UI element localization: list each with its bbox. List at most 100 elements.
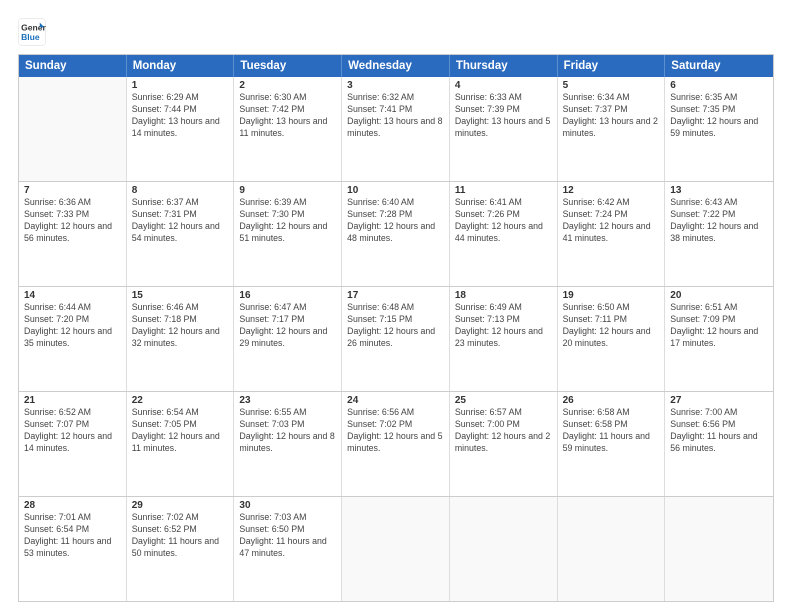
week-row-2: 14Sunrise: 6:44 AMSunset: 7:20 PMDayligh… [19, 286, 773, 391]
day-info: Sunrise: 6:44 AMSunset: 7:20 PMDaylight:… [24, 302, 121, 350]
day-cell-14: 14Sunrise: 6:44 AMSunset: 7:20 PMDayligh… [19, 287, 127, 391]
day-cell-21: 21Sunrise: 6:52 AMSunset: 7:07 PMDayligh… [19, 392, 127, 496]
day-number: 4 [455, 80, 552, 91]
day-number: 10 [347, 185, 444, 196]
day-cell-27: 27Sunrise: 7:00 AMSunset: 6:56 PMDayligh… [665, 392, 773, 496]
day-number: 15 [132, 290, 229, 301]
empty-cell [665, 497, 773, 601]
day-number: 18 [455, 290, 552, 301]
header-day-sunday: Sunday [19, 55, 127, 77]
week-row-1: 7Sunrise: 6:36 AMSunset: 7:33 PMDaylight… [19, 181, 773, 286]
day-number: 11 [455, 185, 552, 196]
day-number: 26 [563, 395, 660, 406]
day-number: 13 [670, 185, 768, 196]
day-number: 12 [563, 185, 660, 196]
header-day-tuesday: Tuesday [234, 55, 342, 77]
day-info: Sunrise: 7:00 AMSunset: 6:56 PMDaylight:… [670, 407, 768, 455]
day-number: 17 [347, 290, 444, 301]
day-number: 8 [132, 185, 229, 196]
day-cell-28: 28Sunrise: 7:01 AMSunset: 6:54 PMDayligh… [19, 497, 127, 601]
day-cell-22: 22Sunrise: 6:54 AMSunset: 7:05 PMDayligh… [127, 392, 235, 496]
empty-cell [450, 497, 558, 601]
day-info: Sunrise: 6:39 AMSunset: 7:30 PMDaylight:… [239, 197, 336, 245]
day-info: Sunrise: 6:56 AMSunset: 7:02 PMDaylight:… [347, 407, 444, 455]
empty-cell [342, 497, 450, 601]
day-number: 5 [563, 80, 660, 91]
day-info: Sunrise: 7:01 AMSunset: 6:54 PMDaylight:… [24, 512, 121, 560]
day-number: 2 [239, 80, 336, 91]
week-row-0: 1Sunrise: 6:29 AMSunset: 7:44 PMDaylight… [19, 77, 773, 181]
day-number: 22 [132, 395, 229, 406]
day-number: 30 [239, 500, 336, 511]
day-info: Sunrise: 6:34 AMSunset: 7:37 PMDaylight:… [563, 92, 660, 140]
day-info: Sunrise: 6:43 AMSunset: 7:22 PMDaylight:… [670, 197, 768, 245]
page: General Blue SundayMondayTuesdayWednesda… [0, 0, 792, 612]
day-cell-3: 3Sunrise: 6:32 AMSunset: 7:41 PMDaylight… [342, 77, 450, 181]
calendar: SundayMondayTuesdayWednesdayThursdayFrid… [18, 54, 774, 602]
day-cell-6: 6Sunrise: 6:35 AMSunset: 7:35 PMDaylight… [665, 77, 773, 181]
day-cell-4: 4Sunrise: 6:33 AMSunset: 7:39 PMDaylight… [450, 77, 558, 181]
day-cell-26: 26Sunrise: 6:58 AMSunset: 6:58 PMDayligh… [558, 392, 666, 496]
day-number: 24 [347, 395, 444, 406]
day-info: Sunrise: 6:29 AMSunset: 7:44 PMDaylight:… [132, 92, 229, 140]
day-cell-12: 12Sunrise: 6:42 AMSunset: 7:24 PMDayligh… [558, 182, 666, 286]
day-cell-15: 15Sunrise: 6:46 AMSunset: 7:18 PMDayligh… [127, 287, 235, 391]
day-info: Sunrise: 7:03 AMSunset: 6:50 PMDaylight:… [239, 512, 336, 560]
day-cell-8: 8Sunrise: 6:37 AMSunset: 7:31 PMDaylight… [127, 182, 235, 286]
empty-cell [558, 497, 666, 601]
day-cell-2: 2Sunrise: 6:30 AMSunset: 7:42 PMDaylight… [234, 77, 342, 181]
day-number: 6 [670, 80, 768, 91]
day-info: Sunrise: 6:32 AMSunset: 7:41 PMDaylight:… [347, 92, 444, 140]
day-cell-17: 17Sunrise: 6:48 AMSunset: 7:15 PMDayligh… [342, 287, 450, 391]
day-info: Sunrise: 6:36 AMSunset: 7:33 PMDaylight:… [24, 197, 121, 245]
day-info: Sunrise: 6:58 AMSunset: 6:58 PMDaylight:… [563, 407, 660, 455]
day-cell-9: 9Sunrise: 6:39 AMSunset: 7:30 PMDaylight… [234, 182, 342, 286]
empty-cell [19, 77, 127, 181]
header-day-thursday: Thursday [450, 55, 558, 77]
day-info: Sunrise: 6:30 AMSunset: 7:42 PMDaylight:… [239, 92, 336, 140]
day-number: 16 [239, 290, 336, 301]
day-cell-7: 7Sunrise: 6:36 AMSunset: 7:33 PMDaylight… [19, 182, 127, 286]
svg-text:Blue: Blue [21, 32, 40, 42]
day-cell-1: 1Sunrise: 6:29 AMSunset: 7:44 PMDaylight… [127, 77, 235, 181]
day-number: 20 [670, 290, 768, 301]
day-number: 3 [347, 80, 444, 91]
day-cell-11: 11Sunrise: 6:41 AMSunset: 7:26 PMDayligh… [450, 182, 558, 286]
day-number: 7 [24, 185, 121, 196]
day-info: Sunrise: 6:52 AMSunset: 7:07 PMDaylight:… [24, 407, 121, 455]
day-number: 27 [670, 395, 768, 406]
day-number: 19 [563, 290, 660, 301]
day-info: Sunrise: 6:50 AMSunset: 7:11 PMDaylight:… [563, 302, 660, 350]
day-info: Sunrise: 6:42 AMSunset: 7:24 PMDaylight:… [563, 197, 660, 245]
day-info: Sunrise: 6:54 AMSunset: 7:05 PMDaylight:… [132, 407, 229, 455]
calendar-body: 1Sunrise: 6:29 AMSunset: 7:44 PMDaylight… [19, 77, 773, 601]
day-number: 9 [239, 185, 336, 196]
day-number: 14 [24, 290, 121, 301]
day-cell-18: 18Sunrise: 6:49 AMSunset: 7:13 PMDayligh… [450, 287, 558, 391]
day-number: 23 [239, 395, 336, 406]
day-info: Sunrise: 6:57 AMSunset: 7:00 PMDaylight:… [455, 407, 552, 455]
day-info: Sunrise: 7:02 AMSunset: 6:52 PMDaylight:… [132, 512, 229, 560]
day-info: Sunrise: 6:47 AMSunset: 7:17 PMDaylight:… [239, 302, 336, 350]
day-info: Sunrise: 6:48 AMSunset: 7:15 PMDaylight:… [347, 302, 444, 350]
header-day-saturday: Saturday [665, 55, 773, 77]
day-number: 28 [24, 500, 121, 511]
day-cell-23: 23Sunrise: 6:55 AMSunset: 7:03 PMDayligh… [234, 392, 342, 496]
day-info: Sunrise: 6:33 AMSunset: 7:39 PMDaylight:… [455, 92, 552, 140]
day-cell-20: 20Sunrise: 6:51 AMSunset: 7:09 PMDayligh… [665, 287, 773, 391]
day-cell-10: 10Sunrise: 6:40 AMSunset: 7:28 PMDayligh… [342, 182, 450, 286]
day-cell-16: 16Sunrise: 6:47 AMSunset: 7:17 PMDayligh… [234, 287, 342, 391]
day-info: Sunrise: 6:49 AMSunset: 7:13 PMDaylight:… [455, 302, 552, 350]
day-cell-24: 24Sunrise: 6:56 AMSunset: 7:02 PMDayligh… [342, 392, 450, 496]
header: General Blue [18, 18, 774, 46]
week-row-4: 28Sunrise: 7:01 AMSunset: 6:54 PMDayligh… [19, 496, 773, 601]
day-info: Sunrise: 6:51 AMSunset: 7:09 PMDaylight:… [670, 302, 768, 350]
calendar-header: SundayMondayTuesdayWednesdayThursdayFrid… [19, 55, 773, 77]
day-cell-5: 5Sunrise: 6:34 AMSunset: 7:37 PMDaylight… [558, 77, 666, 181]
day-cell-30: 30Sunrise: 7:03 AMSunset: 6:50 PMDayligh… [234, 497, 342, 601]
day-info: Sunrise: 6:55 AMSunset: 7:03 PMDaylight:… [239, 407, 336, 455]
day-number: 1 [132, 80, 229, 91]
day-cell-25: 25Sunrise: 6:57 AMSunset: 7:00 PMDayligh… [450, 392, 558, 496]
day-info: Sunrise: 6:40 AMSunset: 7:28 PMDaylight:… [347, 197, 444, 245]
day-info: Sunrise: 6:41 AMSunset: 7:26 PMDaylight:… [455, 197, 552, 245]
